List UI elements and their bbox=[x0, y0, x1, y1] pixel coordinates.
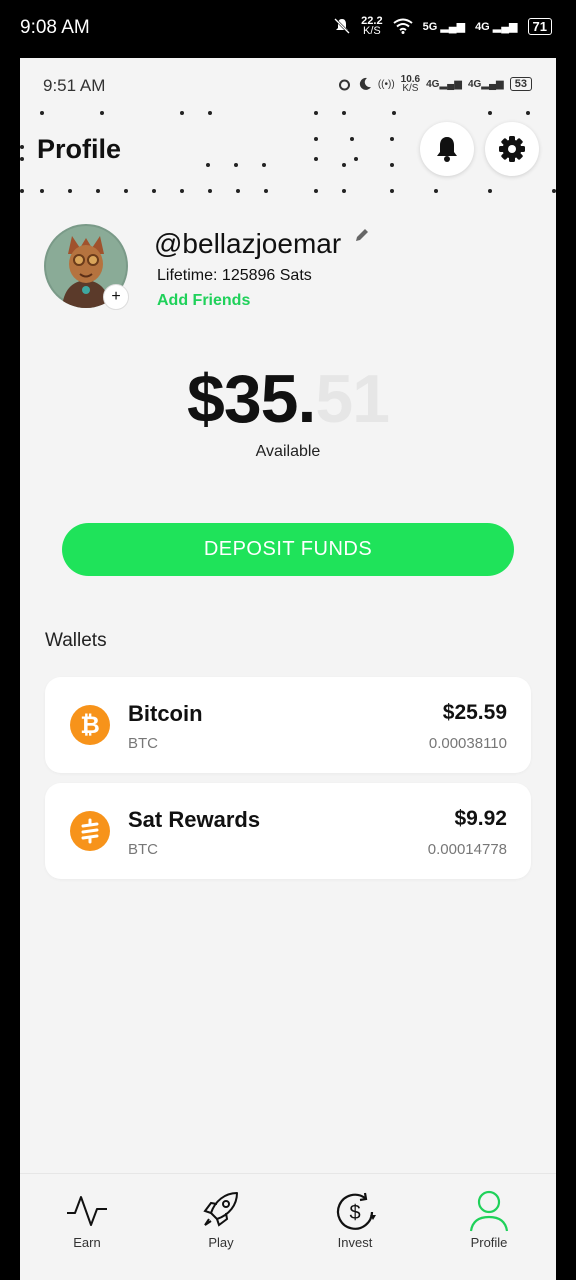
dollar-cycle-icon: $ bbox=[336, 1192, 376, 1230]
wallet-btc-value: 0.00014778 bbox=[427, 841, 507, 858]
wallet-ticker: BTC bbox=[128, 841, 158, 858]
balance-amount: $35.51 bbox=[20, 360, 556, 438]
inner-clock: 9:51 AM bbox=[43, 76, 106, 95]
wallet-name: Bitcoin bbox=[128, 701, 203, 726]
inner-net-speed: 10.6 K/S bbox=[400, 74, 421, 94]
nav-earn[interactable]: Earn bbox=[42, 1189, 132, 1250]
svg-text:₿: ₿ bbox=[80, 712, 100, 739]
balance-cents: 51 bbox=[315, 361, 390, 437]
wallet-card-sat-rewards[interactable]: Sat Rewards BTC $9.92 0.00014778 bbox=[45, 783, 531, 879]
app-screen: 9:51 AM ((•)) 10.6 K/S 4G▂▄▆ 4G▂▄▆ 53 Pro… bbox=[20, 58, 556, 1280]
bottom-nav: Earn Play $ Invest Profile bbox=[20, 1173, 556, 1280]
balance-label: Available bbox=[255, 443, 321, 460]
add-friends-link[interactable]: Add Friends bbox=[157, 292, 250, 310]
wallet-ticker: BTC bbox=[128, 735, 158, 752]
deposit-funds-button[interactable]: DEPOSIT FUNDS bbox=[62, 523, 514, 576]
add-avatar-button[interactable]: + bbox=[103, 284, 129, 310]
activity-icon bbox=[67, 1196, 107, 1226]
nav-label: Profile bbox=[470, 1235, 508, 1250]
edit-pencil-icon[interactable] bbox=[354, 227, 370, 243]
bitcoin-icon: ₿ bbox=[70, 705, 110, 745]
device-net-speed: 22.2 K/S bbox=[361, 15, 383, 37]
moon-icon bbox=[359, 77, 371, 90]
gear-icon bbox=[499, 136, 525, 162]
nav-label: Earn bbox=[73, 1235, 101, 1250]
nav-label: Invest bbox=[337, 1235, 373, 1250]
inner-signal-2-icon: 4G▂▄▆ bbox=[467, 78, 504, 90]
settings-button[interactable] bbox=[485, 122, 539, 176]
nav-play[interactable]: Play bbox=[176, 1189, 266, 1250]
nav-invest[interactable]: $ Invest bbox=[310, 1189, 400, 1250]
inner-status-icons: ((•)) 10.6 K/S 4G▂▄▆ 4G▂▄▆ 53 bbox=[337, 74, 532, 94]
wallet-name: Sat Rewards bbox=[128, 807, 261, 832]
wifi-icon bbox=[392, 18, 413, 34]
mute-bell-icon bbox=[334, 18, 351, 34]
wallet-btc-value: 0.00038110 bbox=[428, 735, 507, 752]
page-title: Profile bbox=[37, 134, 122, 164]
signal-4g-icon: 4G ▂▄▆ bbox=[475, 20, 518, 33]
signal-5g-icon: 5G ▂▄▆ bbox=[422, 20, 466, 33]
user-icon bbox=[469, 1190, 509, 1232]
lifetime-sats: Lifetime: 125896 Sats bbox=[157, 267, 312, 284]
nav-profile[interactable]: Profile bbox=[444, 1189, 534, 1250]
wallet-card-bitcoin[interactable]: ₿ Bitcoin BTC $25.59 0.00038110 bbox=[45, 677, 531, 773]
rocket-icon bbox=[203, 1192, 238, 1227]
alarm-icon bbox=[338, 79, 350, 90]
bell-icon bbox=[437, 137, 457, 162]
sats-icon bbox=[70, 811, 110, 851]
wallet-usd-value: $9.92 bbox=[454, 807, 507, 830]
hotspot-icon: ((•)) bbox=[377, 78, 395, 90]
wallets-heading: Wallets bbox=[45, 630, 107, 651]
inner-battery: 53 bbox=[509, 77, 532, 91]
device-status-icons: 22.2 K/S 5G ▂▄▆ 4G ▂▄▆ 71 bbox=[333, 15, 552, 37]
nav-label: Play bbox=[208, 1235, 234, 1250]
device-status-bar: 9:08 AM 22.2 K/S 5G ▂▄▆ 4G ▂▄▆ 71 bbox=[0, 0, 576, 58]
notifications-button[interactable] bbox=[420, 122, 474, 176]
balance-whole: $35. bbox=[187, 361, 316, 437]
wallet-usd-value: $25.59 bbox=[442, 701, 507, 724]
device-clock: 9:08 AM bbox=[20, 17, 90, 38]
svg-text:$: $ bbox=[349, 1202, 360, 1224]
username: @bellazjoemar bbox=[154, 228, 342, 259]
device-battery: 71 bbox=[527, 17, 552, 35]
inner-signal-1-icon: 4G▂▄▆ bbox=[426, 78, 462, 90]
